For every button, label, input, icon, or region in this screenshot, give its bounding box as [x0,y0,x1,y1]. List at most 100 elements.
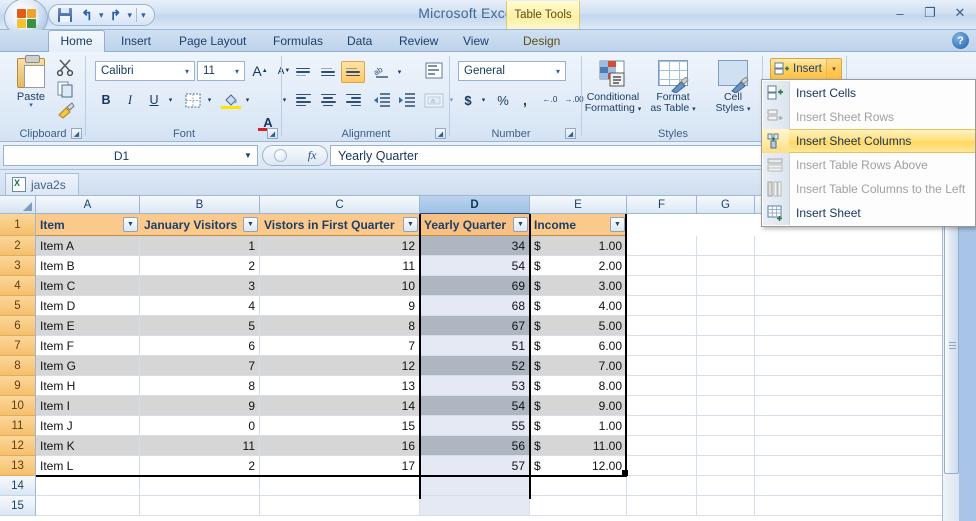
cell-g-row-2[interactable] [697,236,755,256]
cell-january-row-4[interactable]: 3 [140,276,260,296]
cell-g-row-9[interactable] [697,376,755,396]
insert-cells-split-button[interactable]: Insert ▾ [770,58,842,80]
wrap-text-icon[interactable] [421,57,447,83]
cell-january-row-8[interactable]: 7 [140,356,260,376]
menu-item-insert-sheet[interactable]: Insert Sheet [762,201,975,225]
cell-item-row-5[interactable]: Item D [36,296,140,316]
cell-income-row-5[interactable]: $4.00 [530,296,627,316]
cell-item-row-8[interactable]: Item G [36,356,140,376]
orientation-icon[interactable]: ab [370,61,394,83]
orientation-dropdown-icon[interactable]: ▾ [394,61,405,83]
cell-item-row-13[interactable]: Item L [36,456,140,476]
merge-center-icon[interactable]: a [421,88,447,112]
cell-f-row-14[interactable] [627,476,697,496]
cell-january-row-6[interactable]: 5 [140,316,260,336]
cell-item-row-6[interactable]: Item E [36,316,140,336]
table-header-yearly-quarter[interactable]: Yearly Quarter ▼ [420,214,530,236]
cell-income-row-13[interactable]: $12.00 [530,456,627,476]
row-header-2[interactable]: 2 [0,236,36,256]
cell-item-row-11[interactable]: Item J [36,416,140,436]
name-box[interactable]: D1 ▼ [3,145,258,166]
document-tab-java2s[interactable]: java2s [5,173,79,195]
row-header-11[interactable]: 11 [0,416,36,436]
vertical-scrollbar[interactable] [942,196,959,521]
cell-yearly-row-4[interactable]: 69 [420,276,530,296]
row-header-10[interactable]: 10 [0,396,36,416]
cell-f-row-2[interactable] [627,236,697,256]
tab-home[interactable]: Home [48,30,105,52]
cell-first_quarter-row-9[interactable]: 13 [260,376,420,396]
cell-income-row-4[interactable]: $3.00 [530,276,627,296]
cell-yearly-row-9[interactable]: 53 [420,376,530,396]
undo-icon[interactable]: ↰ [77,6,97,24]
restore-button[interactable]: ❐ [920,5,940,21]
cell-income-row-8[interactable]: $7.00 [530,356,627,376]
cell-income-row-7[interactable]: $6.00 [530,336,627,356]
row-header-13[interactable]: 13 [0,456,36,476]
format-as-table-button[interactable]: Format as Table ▾ [643,56,703,122]
font-name-dropdown-icon[interactable]: ▾ [182,67,192,76]
cell-yearly-row-10[interactable]: 54 [420,396,530,416]
cell-g-row-8[interactable] [697,356,755,376]
cell-first_quarter-row-5[interactable]: 9 [260,296,420,316]
currency-dropdown-icon[interactable]: ▾ [478,89,489,111]
row-header-6[interactable]: 6 [0,316,36,336]
cell-item-row-3[interactable]: Item B [36,256,140,276]
cell-g-row-10[interactable] [697,396,755,416]
cancel-enter-icon[interactable] [273,149,287,162]
fill-color-dropdown-icon[interactable]: ▾ [242,89,253,111]
column-header-b[interactable]: B [140,196,260,214]
fill-color-icon[interactable] [220,89,242,111]
cell-first_quarter-row-7[interactable]: 7 [260,336,420,356]
cell-january-row-3[interactable]: 2 [140,256,260,276]
cell-yearly-row-11[interactable]: 55 [420,416,530,436]
paste-dropdown-icon[interactable]: ▾ [29,102,33,109]
row-header-1[interactable]: 1 [0,214,36,236]
cell-g-row-15[interactable] [697,496,755,516]
borders-icon[interactable] [182,89,204,111]
tab-page-layout[interactable]: Page Layout [168,30,257,52]
cell-yearly-row-7[interactable]: 51 [420,336,530,356]
cell-january-row-10[interactable]: 9 [140,396,260,416]
filter-button-income[interactable]: ▼ [610,217,625,232]
cell-item-row-12[interactable]: Item K [36,436,140,456]
cell-h-row-14[interactable] [755,476,959,496]
cell-h-row-6[interactable] [755,316,959,336]
cell-f-row-3[interactable] [627,256,697,276]
underline-button[interactable]: U [143,89,165,111]
cell-income-row-12[interactable]: $11.00 [530,436,627,456]
cell-d-row-15[interactable] [420,496,530,516]
insert-function-icon[interactable]: fx [308,148,317,163]
cell-f-row-10[interactable] [627,396,697,416]
cell-yearly-row-13[interactable]: 57 [420,456,530,476]
decrease-indent-icon[interactable] [370,89,394,111]
cell-f-row-5[interactable] [627,296,697,316]
cell-yearly-row-5[interactable]: 68 [420,296,530,316]
cell-first_quarter-row-6[interactable]: 8 [260,316,420,336]
cell-a-row-15[interactable] [36,496,140,516]
cell-h-row-13[interactable] [755,456,959,476]
align-top-icon[interactable] [291,61,315,83]
cell-h-row-4[interactable] [755,276,959,296]
cell-first_quarter-row-12[interactable]: 16 [260,436,420,456]
cell-first_quarter-row-4[interactable]: 10 [260,276,420,296]
cell-yearly-row-12[interactable]: 56 [420,436,530,456]
cut-icon[interactable] [56,58,78,78]
increase-indent-icon[interactable] [395,89,419,111]
font-size-combo[interactable]: 11 ▾ [197,61,245,81]
cell-g-row-14[interactable] [697,476,755,496]
bold-button[interactable]: B [95,89,117,111]
cell-yearly-row-8[interactable]: 52 [420,356,530,376]
close-button[interactable]: ✕ [950,5,970,21]
cell-item-row-10[interactable]: Item I [36,396,140,416]
row-header-3[interactable]: 3 [0,256,36,276]
italic-button[interactable]: I [119,89,141,111]
column-header-d[interactable]: D [420,196,530,214]
paste-button[interactable]: Paste ▾ [8,55,54,122]
cell-c-row-15[interactable] [260,496,420,516]
cell-first_quarter-row-11[interactable]: 15 [260,416,420,436]
row-header-5[interactable]: 5 [0,296,36,316]
cell-income-row-3[interactable]: $2.00 [530,256,627,276]
column-header-e[interactable]: E [530,196,627,214]
minimize-button[interactable]: – [890,5,910,21]
